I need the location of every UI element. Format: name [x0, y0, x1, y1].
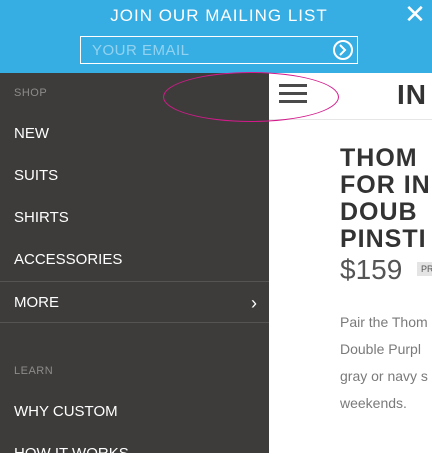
email-form: [80, 36, 358, 64]
description-line: gray or navy s: [340, 368, 428, 384]
product-description: Pair the Thom Double Purpl gray or navy …: [340, 309, 432, 417]
product-title-line: PINSTI: [340, 225, 427, 253]
main-content: IN THOM FOR IN DOUB PINSTI $159 PR Pair …: [269, 73, 432, 453]
product-title-line: DOUB: [340, 198, 418, 226]
sidebar-item-how-it-works[interactable]: HOW IT WORKS: [0, 433, 269, 475]
section-label-learn: LEARN: [14, 365, 54, 377]
sidebar-item-suits[interactable]: SUITS: [0, 155, 269, 197]
chevron-right-icon: ›: [251, 293, 257, 313]
sidebar-item-shirts[interactable]: SHIRTS: [0, 197, 269, 239]
description-line: weekends.: [340, 395, 407, 411]
arrow-right-circle-icon[interactable]: [333, 40, 353, 60]
price-badge: PR: [417, 262, 432, 276]
sidebar-item-accessories[interactable]: ACCESSORIES: [0, 239, 269, 281]
sidebar-item-why-custom[interactable]: WHY CUSTOM: [0, 391, 269, 433]
product-title-line: FOR IN: [340, 171, 431, 199]
site-logo[interactable]: IN: [397, 79, 427, 111]
product-title: THOM FOR IN DOUB PINSTI: [340, 145, 432, 253]
sidebar-nav: SHOP NEW SUITS SHIRTS ACCESSORIES MORE ›…: [0, 73, 269, 462]
sidebar-item-more[interactable]: MORE ›: [0, 281, 269, 323]
banner-title: JOIN OUR MAILING LIST: [110, 6, 328, 25]
email-input[interactable]: [81, 37, 332, 63]
product-title-line: THOM: [340, 144, 418, 172]
hamburger-menu-icon[interactable]: [279, 84, 307, 106]
sidebar-item-new[interactable]: NEW: [0, 113, 269, 155]
more-label: MORE: [14, 294, 59, 311]
mailing-list-banner: JOIN OUR MAILING LIST ✕: [0, 0, 432, 73]
top-bar: IN: [269, 73, 432, 120]
description-line: Double Purpl: [340, 341, 421, 357]
close-icon[interactable]: ✕: [403, 2, 427, 28]
description-line: Pair the Thom: [340, 314, 428, 330]
section-label-shop: SHOP: [14, 87, 48, 99]
product-price: $159: [340, 254, 403, 285]
